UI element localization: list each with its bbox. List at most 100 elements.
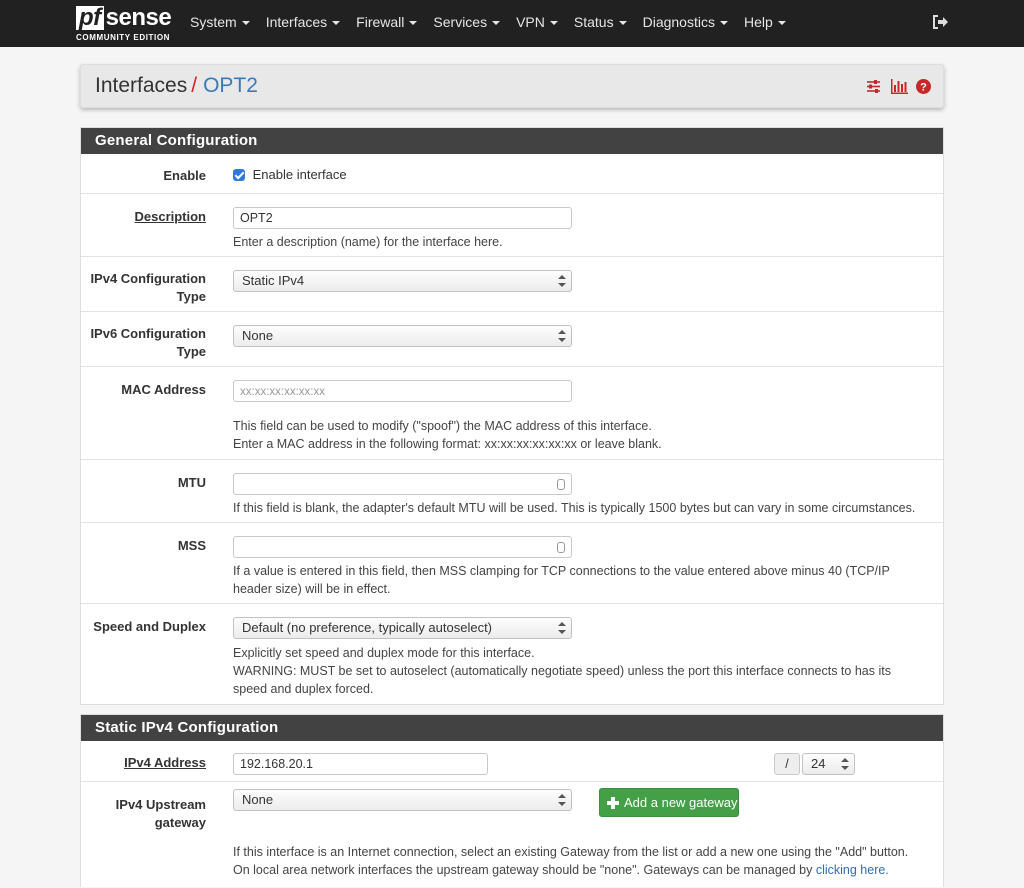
menu-label: System <box>190 14 237 30</box>
speed-duplex-label: Speed and Duplex <box>93 619 206 634</box>
mss-input[interactable] <box>233 536 572 558</box>
breadcrumb-current[interactable]: OPT2 <box>203 74 258 97</box>
ipv4-type-select[interactable]: Static IPv4 <box>233 270 572 292</box>
speed-help-line1: Explicitly set speed and duplex mode for… <box>233 646 535 660</box>
sliders-icon[interactable] <box>866 79 881 94</box>
menu-label: Firewall <box>356 14 405 30</box>
breadcrumb-parent[interactable]: Interfaces <box>95 74 187 97</box>
mss-help-line2: header size) will be in effect. <box>233 582 391 596</box>
ipv6-type-label: IPv6 Configuration Type <box>81 325 206 361</box>
menu-help[interactable]: Help <box>736 0 794 47</box>
menu-firewall[interactable]: Firewall <box>348 0 425 47</box>
general-configuration-panel: General Configuration Enable Enable inte… <box>80 127 944 705</box>
mac-address-input[interactable]: xx:xx:xx:xx:xx:xx <box>233 380 572 402</box>
logout-icon[interactable] <box>932 14 948 30</box>
panel-title: General Configuration <box>81 128 943 154</box>
menu-label: Interfaces <box>265 14 328 30</box>
menu-label: Services <box>433 14 488 30</box>
ipv4-type-label: IPv4 Configuration Type <box>81 270 206 306</box>
mtu-row: MTU If this field is blank, the adapter'… <box>81 459 943 522</box>
spinner-icon[interactable] <box>557 542 565 553</box>
menu-label: Diagnostics <box>642 14 715 30</box>
gateway-help-line2: On local area network interfaces the ups… <box>233 861 908 879</box>
ipv4-gateway-select[interactable]: None <box>233 789 572 811</box>
enable-checkbox-label[interactable]: Enable interface <box>253 167 347 182</box>
caret-down-icon <box>241 21 250 26</box>
menu-vpn[interactable]: VPN <box>508 0 566 47</box>
speed-help-line2: WARNING: MUST be set to autoselect (auto… <box>233 664 891 678</box>
mss-row: MSS If a value is entered in this field,… <box>81 522 943 603</box>
mac-address-placeholder: xx:xx:xx:xx:xx:xx <box>240 386 325 398</box>
menu-interfaces[interactable]: Interfaces <box>258 0 348 47</box>
caret-down-icon <box>332 21 341 26</box>
ipv6-type-row: IPv6 Configuration Type None <box>81 311 943 366</box>
menu-label: VPN <box>516 14 545 30</box>
mac-address-help: This field can be used to modify ("spoof… <box>233 417 662 453</box>
breadcrumb: Interfaces / OPT2 <box>95 74 258 98</box>
ipv4-address-input[interactable]: 192.168.20.1 <box>233 753 488 775</box>
menu-status[interactable]: Status <box>566 0 635 47</box>
breadcrumb-separator: / <box>191 74 198 97</box>
caret-down-icon <box>618 21 627 26</box>
breadcrumb-bar: Interfaces / OPT2 ? <box>80 64 944 108</box>
mtu-label: MTU <box>177 475 206 490</box>
description-row: Description OPT2 Enter a description (na… <box>81 193 943 256</box>
logo-pf-text: pf <box>76 6 104 30</box>
ipv6-type-label-line1: IPv6 Configuration <box>90 326 206 341</box>
logo-sense-text: sense <box>105 4 172 31</box>
mac-help-line2: Enter a MAC address in the following for… <box>233 437 662 451</box>
gateway-value: None <box>242 792 274 807</box>
spinner-icon[interactable] <box>557 479 565 490</box>
description-help: Enter a description (name) for the inter… <box>233 235 503 249</box>
enable-label: Enable <box>163 168 206 183</box>
menu-services[interactable]: Services <box>425 0 508 47</box>
gateway-help: If this interface is an Internet connect… <box>233 843 908 879</box>
caret-down-icon <box>409 21 418 26</box>
gateway-help-line1: If this interface is an Internet connect… <box>233 845 909 859</box>
speed-duplex-select[interactable]: Default (no preference, typically autose… <box>233 617 572 639</box>
caret-down-icon <box>777 21 786 26</box>
ipv4-address-row: IPv4 Address 192.168.20.1 / 24 <box>81 740 943 781</box>
ipv4-type-label-line1: IPv4 Configuration <box>90 271 206 286</box>
breadcrumb-actions: ? <box>866 79 931 94</box>
help-icon[interactable]: ? <box>916 79 931 94</box>
description-input[interactable]: OPT2 <box>233 207 572 229</box>
select-arrows-icon <box>558 794 566 806</box>
enable-checkbox[interactable] <box>233 169 245 181</box>
ipv4-type-row: IPv4 Configuration Type Static IPv4 <box>81 256 943 311</box>
ipv4-gateway-label: IPv4 Upstream gateway <box>81 796 206 832</box>
mtu-input[interactable] <box>233 473 572 495</box>
description-label: Description <box>134 209 206 224</box>
ipv4-address-label: IPv4 Address <box>124 755 206 770</box>
mac-address-row: MAC Address xx:xx:xx:xx:xx:xx This field… <box>81 366 943 459</box>
mtu-help: If this field is blank, the adapter's de… <box>233 501 916 515</box>
select-arrows-icon <box>841 758 849 770</box>
enable-row: Enable Enable interface <box>81 153 943 193</box>
ipv4-gateway-row: IPv4 Upstream gateway None If this inter… <box>81 781 943 888</box>
ipv4-type-value: Static IPv4 <box>242 273 305 288</box>
mac-address-label: MAC Address <box>121 382 206 397</box>
add-gateway-label: Add a new gateway <box>624 795 738 810</box>
speed-duplex-help: Explicitly set speed and duplex mode for… <box>233 644 891 698</box>
cidr-select[interactable]: 24 <box>802 753 855 775</box>
ipv4-type-label-line2: Type <box>176 289 206 304</box>
manage-gateways-link[interactable]: clicking here. <box>816 863 889 877</box>
ipv6-type-value: None <box>242 328 274 343</box>
bar-chart-icon[interactable] <box>891 79 908 94</box>
menu-system[interactable]: System <box>182 0 258 47</box>
select-arrows-icon <box>558 275 566 287</box>
enable-field: Enable interface <box>233 167 347 182</box>
speed-duplex-row: Speed and Duplex Default (no preference,… <box>81 603 943 704</box>
ipv6-type-select[interactable]: None <box>233 325 572 347</box>
pfsense-logo[interactable]: pf sense COMMUNITY EDITION <box>76 5 176 43</box>
caret-down-icon <box>549 21 558 26</box>
mss-label: MSS <box>177 538 206 553</box>
logo-edition: COMMUNITY EDITION <box>76 33 171 42</box>
add-gateway-button[interactable]: Add a new gateway <box>599 788 739 817</box>
static-ipv4-panel: Static IPv4 Configuration IPv4 Address 1… <box>80 714 944 887</box>
menu-diagnostics[interactable]: Diagnostics <box>635 0 736 47</box>
gateway-label-line2: gateway <box>154 815 206 830</box>
top-navbar: pf sense COMMUNITY EDITION System Interfa… <box>0 0 1024 47</box>
gateway-help-line2-text: On local area network interfaces the ups… <box>233 863 816 877</box>
main-menu: System Interfaces Firewall Services VPN … <box>182 0 794 47</box>
